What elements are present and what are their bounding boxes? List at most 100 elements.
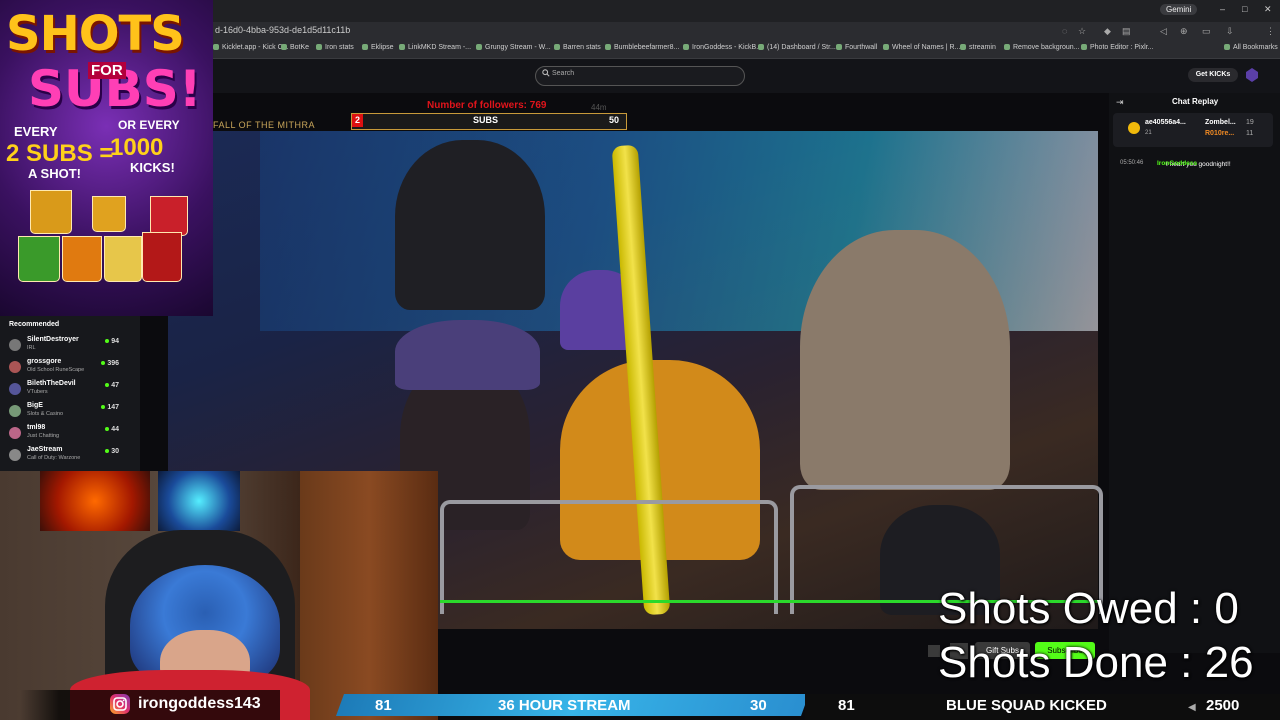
bookmark-item[interactable]: Eklipse xyxy=(362,44,394,51)
shot-glass-icon xyxy=(92,196,126,232)
viewer-count: 47 xyxy=(105,382,119,389)
eye-icon[interactable]: ◌ xyxy=(1062,26,1067,36)
webcam-wall-art xyxy=(40,471,150,531)
channel-name: tml98 xyxy=(27,424,46,431)
instagram-icon xyxy=(110,694,130,714)
channel-category: VTubers xyxy=(27,389,48,395)
ticker-count: 81 xyxy=(375,697,392,714)
channel-name: SilentDestroyer xyxy=(27,336,79,343)
bookmark-item[interactable]: Barren stats xyxy=(554,44,601,51)
subs-label: SUBS xyxy=(473,115,499,125)
promo-text: 2 SUBS = xyxy=(6,140,114,167)
bookmark-item[interactable]: LinkMKD Stream -... xyxy=(399,44,471,51)
avatar xyxy=(9,361,21,373)
recommended-item[interactable]: grossgore Old School RuneScape 396 xyxy=(9,358,119,375)
close-icon[interactable]: ✕ xyxy=(1264,4,1272,15)
video-barrier xyxy=(440,500,778,614)
ticker-count: 30 xyxy=(750,697,767,714)
video-party-hat xyxy=(395,320,540,390)
gemini-button[interactable]: Gemini xyxy=(1160,4,1198,15)
speaker-icon[interactable]: ◁ xyxy=(1160,26,1167,37)
bookmark-item[interactable]: streamin xyxy=(960,44,996,51)
shot-glass-icon xyxy=(30,190,72,234)
bookmark-item[interactable]: Fourthwall xyxy=(836,44,877,51)
channel-category: Call of Duty: Warzone xyxy=(27,455,81,461)
bookmark-item[interactable]: Kicklet.app - Kick C... xyxy=(213,44,289,51)
video-person xyxy=(395,140,545,310)
url-text[interactable]: d-16d0-4bba-953d-de1d5d11c11b xyxy=(215,25,350,35)
sidebar-icon[interactable]: ▭ xyxy=(1202,26,1211,37)
ticker-label: 36 HOUR STREAM xyxy=(498,697,631,714)
chat-title: Chat Replay xyxy=(1172,97,1219,106)
promo-text: 1000 xyxy=(110,134,164,161)
bookmark-item[interactable]: BotKe xyxy=(281,44,309,51)
channel-name: grossgore xyxy=(27,358,62,365)
recommended-item[interactable]: BigE Slots & Casino 147 xyxy=(9,402,119,419)
subs-goal: 50 xyxy=(609,115,620,125)
extension-icon[interactable]: ◆ xyxy=(1104,26,1111,37)
bookmark-item[interactable]: Iron stats xyxy=(316,44,354,51)
shot-glass-icon xyxy=(62,236,102,282)
followers-count: Number of followers: 769 xyxy=(427,100,547,111)
promo-text: KICKS! xyxy=(130,160,175,175)
avatar[interactable] xyxy=(1245,68,1259,82)
bookmark-item[interactable]: IronGoddess - KickB... xyxy=(683,44,762,51)
star-icon[interactable]: ☆ xyxy=(1078,26,1086,37)
recommended-item[interactable]: BilethTheDevil VTubers 47 xyxy=(9,380,119,397)
bookmark-item[interactable]: Remove backgroun... xyxy=(1004,44,1080,51)
search-icon xyxy=(542,69,550,77)
webcam-wall-art xyxy=(158,471,240,531)
shot-glass-icon xyxy=(150,196,188,236)
video-person xyxy=(800,230,1010,490)
stream-title-fragment: FALL OF THE MITHRA xyxy=(213,120,316,130)
recommended-item[interactable]: SilentDestroyer IRL 94 xyxy=(9,336,119,353)
ticker-count: 81 xyxy=(838,697,855,714)
viewer-count: 30 xyxy=(105,448,119,455)
bookmark-item[interactable]: All Bookmarks xyxy=(1224,44,1278,51)
collapse-chat-icon[interactable]: ⇥ xyxy=(1116,97,1124,108)
avatar xyxy=(9,449,21,461)
chat-username[interactable]: IronGoddess xyxy=(1157,160,1197,167)
kicked-value: 2500 xyxy=(1206,697,1240,714)
recommended-item[interactable]: tml98 Just Chatting 44 xyxy=(9,424,119,441)
chat-panel xyxy=(1109,93,1280,653)
viewer-count: 396 xyxy=(101,360,119,367)
leaderboard-value: 21 xyxy=(1145,130,1152,136)
shot-glass-icon xyxy=(142,232,182,282)
viewer-count: 147 xyxy=(101,404,119,411)
channel-category: IRL xyxy=(27,345,36,351)
shots-done: Shots Done : 26 xyxy=(938,638,1254,687)
extension-icon[interactable]: ⊕ xyxy=(1180,26,1188,37)
promo-for-text: FOR xyxy=(88,62,126,79)
instagram-handle: irongoddess143 xyxy=(138,695,261,712)
leaderboard-value: 19 xyxy=(1246,119,1254,126)
extension-icon[interactable]: ▤ xyxy=(1122,26,1131,37)
kicked-label: BLUE SQUAD KICKED xyxy=(946,697,1107,714)
chat-timestamp: 05:50:46 xyxy=(1120,160,1144,166)
promo-text: A SHOT! xyxy=(28,166,81,181)
followers-duration: 44m xyxy=(591,103,607,112)
channel-name: JaeStream xyxy=(27,446,63,453)
promo-text: EVERY xyxy=(14,124,58,139)
promo-text: OR EVERY xyxy=(118,118,180,132)
viewer-count: 94 xyxy=(105,338,119,345)
avatar xyxy=(9,339,21,351)
bookmark-item[interactable]: Grungy Stream - W... xyxy=(476,44,551,51)
coin-icon xyxy=(1128,122,1140,134)
bookmark-item[interactable]: Photo Editor : Pixlr... xyxy=(1081,44,1153,51)
shot-glass-icon xyxy=(18,236,60,282)
leaderboard-name: ae40556a4... xyxy=(1145,119,1186,126)
maximize-icon[interactable]: □ xyxy=(1242,4,1247,14)
promo-shots-text: SHOTS xyxy=(6,6,185,62)
download-icon[interactable]: ⇩ xyxy=(1226,26,1234,37)
bookmark-item[interactable]: Wheel of Names | R... xyxy=(883,44,960,51)
bookmark-item[interactable]: Bumblebeefarmer8... xyxy=(605,44,679,51)
minimize-icon[interactable]: – xyxy=(1220,4,1225,14)
recommended-item[interactable]: JaeStream Call of Duty: Warzone 30 xyxy=(9,446,119,463)
search-placeholder: Search xyxy=(552,70,575,77)
get-kicks-button[interactable]: Get KICKs xyxy=(1188,68,1238,82)
channel-category: Old School RuneScape xyxy=(27,367,85,373)
kick-header xyxy=(213,59,1280,93)
menu-icon[interactable]: ⋮ xyxy=(1266,26,1275,37)
bookmark-item[interactable]: (14) Dashboard / Str... xyxy=(758,44,836,51)
